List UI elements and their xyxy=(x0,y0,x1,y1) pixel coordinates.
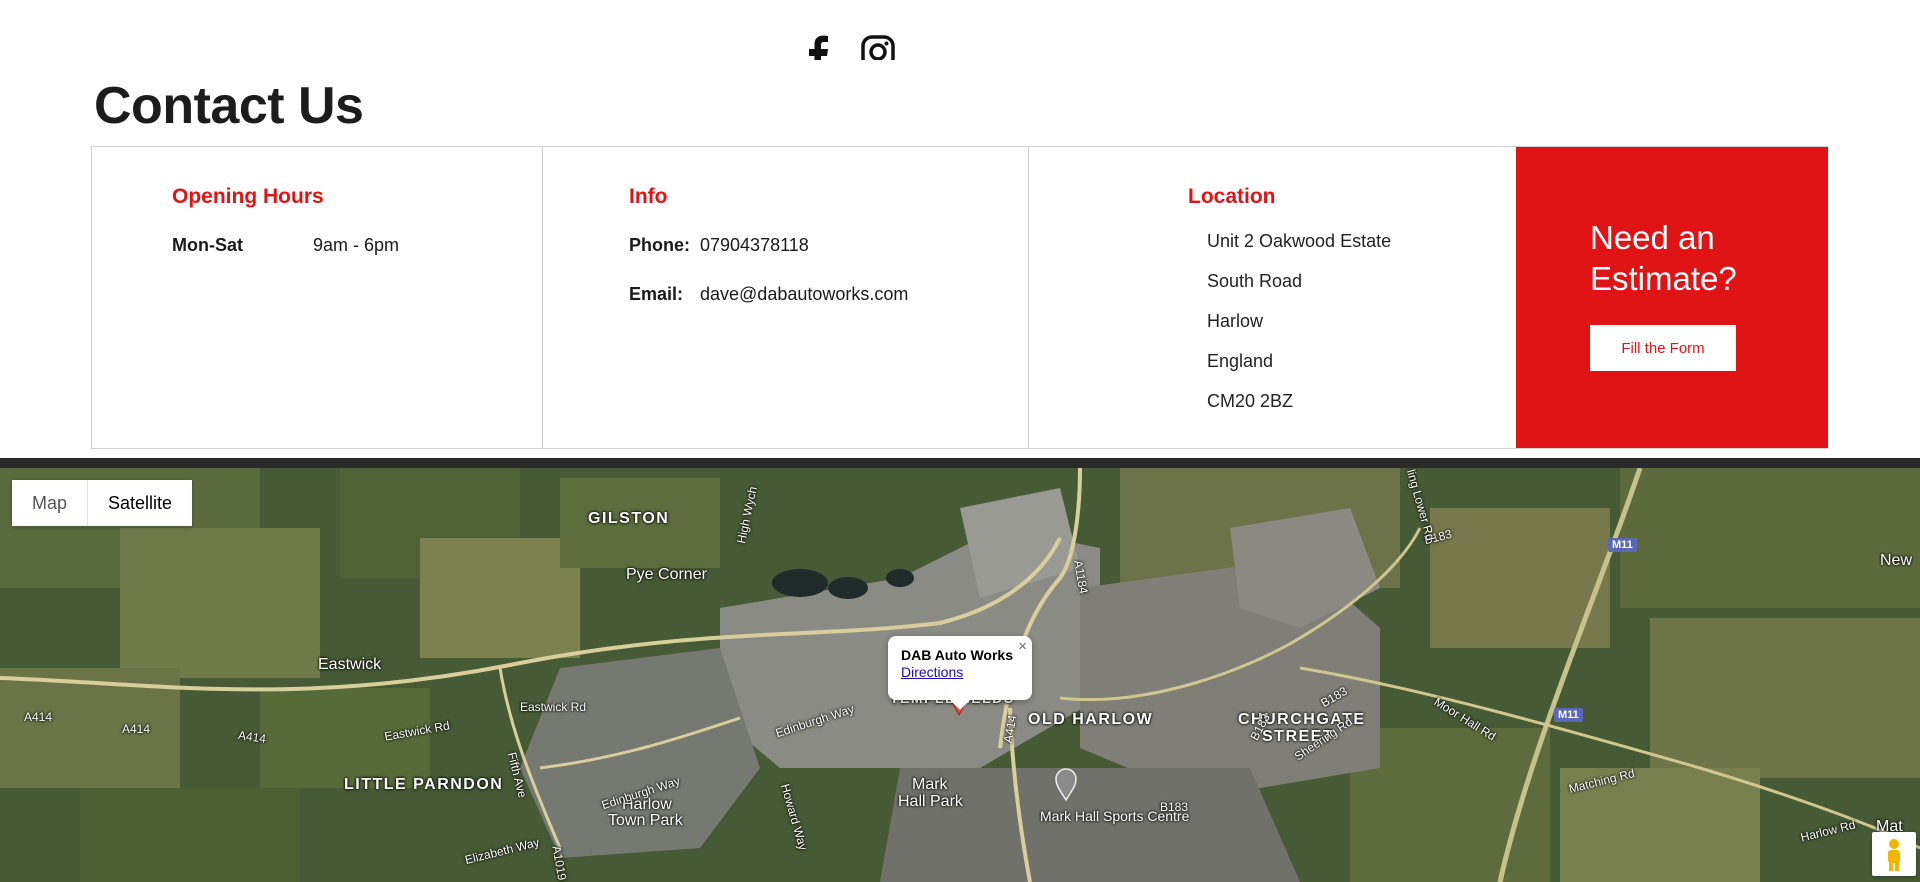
map-label: Hall Park xyxy=(898,793,963,810)
map-label: Pye Corner xyxy=(626,566,707,583)
map-divider xyxy=(0,458,1920,468)
map-type-satellite-button[interactable]: Satellite xyxy=(87,480,193,526)
phone-row: Phone: 07904378118 xyxy=(629,235,809,256)
page-title: Contact Us xyxy=(94,77,364,135)
close-icon[interactable]: × xyxy=(1018,638,1027,655)
info-window-title: DAB Auto Works xyxy=(901,647,1013,663)
map-info-window: DAB Auto Works Directions × xyxy=(888,636,1032,710)
pegman-icon xyxy=(1888,839,1900,871)
hours-row: Mon-Sat 9am - 6pm xyxy=(172,235,399,256)
phone-label: Phone: xyxy=(629,235,690,255)
location-section: Location Unit 2 Oakwood Estate South Roa… xyxy=(1029,147,1515,448)
road-label: A414 xyxy=(122,722,151,736)
estimate-title: Need an Estimate? xyxy=(1590,217,1737,299)
fill-form-button[interactable]: Fill the Form xyxy=(1590,325,1736,371)
estimate-title-line1: Need an xyxy=(1590,219,1715,256)
map-label: LITTLE PARNDON xyxy=(344,776,504,793)
contact-info-panel: Opening Hours Mon-Sat 9am - 6pm Info Phon… xyxy=(91,146,1828,449)
road-label: Eastwick Rd xyxy=(520,700,587,714)
map-label: Town Park xyxy=(608,812,683,829)
social-links xyxy=(806,34,896,60)
map-label: Eastwick xyxy=(318,656,382,673)
directions-link[interactable]: Directions xyxy=(901,664,963,680)
instagram-icon[interactable] xyxy=(860,34,896,60)
map-label: New xyxy=(1880,552,1913,569)
email-row: Email: dave@dabautoworks.com xyxy=(629,284,908,305)
location-heading: Location xyxy=(1188,185,1276,208)
email-label: Email: xyxy=(629,284,684,304)
estimate-title-line2: Estimate? xyxy=(1590,260,1737,297)
address-line: Harlow xyxy=(1207,311,1264,331)
estimate-cta: Need an Estimate? Fill the Form xyxy=(1516,147,1828,448)
hours-time: 9am - 6pm xyxy=(313,235,400,255)
address-line: Unit 2 Oakwood Estate xyxy=(1207,231,1392,251)
address-line: CM20 2BZ xyxy=(1207,391,1294,411)
info-heading: Info xyxy=(629,185,668,208)
street-view-pegman-icon[interactable] xyxy=(1872,832,1916,876)
address-line: South Road xyxy=(1207,271,1303,291)
road-label: B183 xyxy=(1160,800,1189,814)
email-address[interactable]: dave@dabautoworks.com xyxy=(700,284,908,304)
info-section: Info Phone: 07904378118 Email: dave@dabaut… xyxy=(543,147,1029,448)
map-label: GILSTON xyxy=(588,510,670,527)
motorway-badge: M11 xyxy=(1554,708,1583,722)
facebook-icon[interactable] xyxy=(806,34,830,60)
opening-hours-section: Opening Hours Mon-Sat 9am - 6pm xyxy=(92,147,543,448)
hours-day: Mon-Sat xyxy=(172,235,243,255)
road-label: A414 xyxy=(24,710,53,724)
map-label: Mark xyxy=(912,776,948,793)
phone-number[interactable]: 07904378118 xyxy=(700,235,809,255)
map-label: OLD HARLOW xyxy=(1028,711,1154,728)
opening-hours-heading: Opening Hours xyxy=(172,185,324,208)
motorway-badge: M11 xyxy=(1608,538,1637,552)
map-type-map-button[interactable]: Map xyxy=(12,480,88,526)
address-line: England xyxy=(1207,351,1274,371)
google-map[interactable]: Map Satellite GILSTON Pye Corner Eastwic… xyxy=(0,468,1920,882)
map-type-toggle: Map Satellite xyxy=(12,480,193,526)
